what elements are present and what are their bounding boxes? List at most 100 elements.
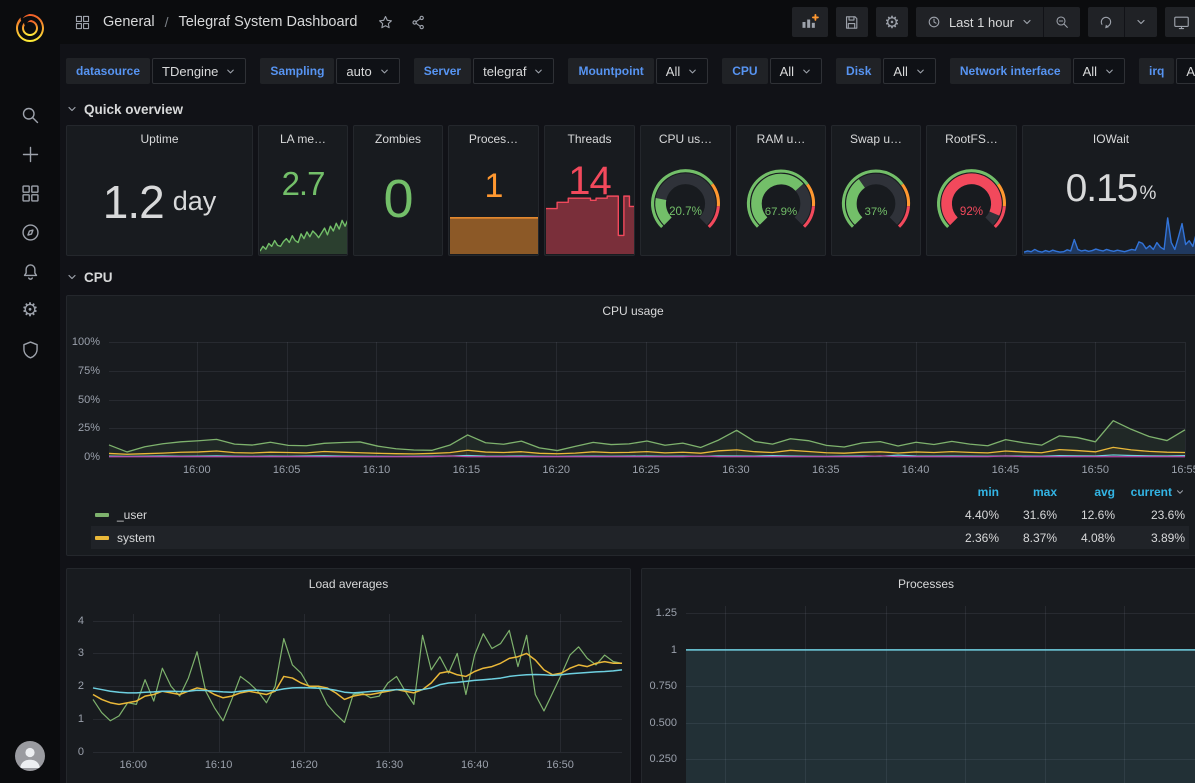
svg-text:92%: 92% (960, 206, 983, 218)
panel-title[interactable]: Uptime (67, 126, 252, 152)
panel-title[interactable]: Load averages (67, 569, 630, 599)
breadcrumb-section[interactable]: General (103, 14, 155, 30)
save-dashboard-button[interactable] (836, 7, 868, 37)
panel-zombies[interactable]: Zombies 0 (353, 125, 443, 256)
legend-sort-current[interactable]: current (1115, 485, 1185, 499)
x-tick-label: 16:40 (461, 759, 489, 771)
x-tick-label: 16:00 (119, 759, 147, 771)
grafana-logo[interactable] (10, 8, 50, 48)
panel-la-medium[interactable]: LA me… 2.7 (258, 125, 348, 256)
panel-title[interactable]: RootFS… (927, 126, 1016, 152)
legend-header-row: min max avg current (91, 480, 1189, 503)
add-panel-button[interactable] (792, 7, 828, 37)
panel-processes-stat[interactable]: Proces… 1 (448, 125, 539, 256)
variable-value-dropdown[interactable]: TDengine (152, 58, 246, 84)
chevron-down-icon (1021, 16, 1033, 28)
panel-title[interactable]: Swap u… (832, 126, 920, 152)
legend-series-toggle[interactable]: system (95, 531, 941, 545)
refresh-button[interactable] (1088, 7, 1124, 37)
panel-load-averages[interactable]: Load averages 0123416:0016:1016:2016:301… (66, 568, 631, 783)
legend-sort-avg[interactable]: avg (1057, 485, 1115, 499)
search-icon[interactable] (10, 96, 50, 135)
panel-uptime[interactable]: Uptime 1.2 day (66, 125, 253, 256)
uptime-value: 1.2 (103, 179, 164, 225)
topbar: General / Telegraf System Dashboard (60, 0, 1195, 44)
legend-sort-min[interactable]: min (941, 485, 999, 499)
panel-swap-usage-gauge[interactable]: Swap u… 37% (831, 125, 921, 256)
panel-title[interactable]: CPU usage (67, 296, 1195, 326)
variable-label: Disk (836, 58, 881, 84)
create-plus-icon[interactable] (10, 135, 50, 174)
variable-value-dropdown[interactable]: All (883, 58, 935, 84)
panel-title[interactable]: IOWait (1023, 126, 1195, 152)
dashboard-grid-icon (70, 10, 95, 35)
panel-threads[interactable]: Threads 14 (544, 125, 635, 256)
row-header-quick-overview[interactable]: Quick overview (66, 98, 1195, 120)
legend-sort-max[interactable]: max (999, 485, 1057, 499)
configuration-gear-icon[interactable]: ⚙ (10, 291, 50, 330)
svg-text:37%: 37% (865, 206, 888, 218)
legend-series-toggle[interactable]: _user (95, 508, 941, 522)
dashboards-icon[interactable] (10, 174, 50, 213)
panel-title[interactable]: LA me… (259, 126, 347, 152)
y-tick-label: 1 (78, 713, 84, 725)
x-tick-label: 16:35 (812, 464, 840, 476)
x-tick-label: 16:30 (376, 759, 404, 771)
row-header-cpu[interactable]: CPU (66, 266, 1195, 288)
star-icon[interactable] (373, 10, 398, 35)
zoom-out-time-button[interactable] (1043, 7, 1080, 37)
y-tick-label: 75% (78, 365, 100, 377)
variable-mountpoint: Mountpoint All (568, 58, 708, 84)
dashboard-settings-button[interactable]: ⚙ (876, 7, 908, 37)
load-averages-plot[interactable]: 0123416:0016:1016:2016:3016:4016:50 (93, 614, 622, 752)
cycle-view-mode-button[interactable] (1165, 7, 1195, 37)
row-title: Quick overview (84, 102, 183, 117)
threads-value: 14 (568, 161, 611, 201)
panel-title[interactable]: Threads (545, 126, 634, 152)
time-range-picker[interactable]: Last 1 hour (916, 7, 1043, 37)
variable-disk: Disk All (836, 58, 936, 84)
alerting-bell-icon[interactable] (10, 252, 50, 291)
x-tick-label: 16:40 (902, 464, 930, 476)
panel-ram-usage-gauge[interactable]: RAM u… 67.9% (736, 125, 826, 256)
share-icon[interactable] (406, 10, 431, 35)
user-avatar[interactable] (15, 741, 45, 771)
y-tick-label: 0.500 (649, 717, 677, 729)
panel-title[interactable]: Zombies (354, 126, 442, 152)
y-tick-label: 1.25 (656, 607, 677, 619)
variable-value-dropdown[interactable]: All (656, 58, 708, 84)
processes-plot[interactable]: 0.2500.5000.75011.25 (686, 606, 1195, 783)
dashboard-canvas: Quick overview Uptime 1.2 day LA me… 2.7 (60, 90, 1195, 783)
x-tick-label: 16:45 (992, 464, 1020, 476)
panel-rootfs-gauge[interactable]: RootFS… 92% (926, 125, 1017, 256)
panel-title[interactable]: RAM u… (737, 126, 825, 152)
server-admin-shield-icon[interactable] (10, 330, 50, 369)
iowait-unit: % (1140, 183, 1157, 205)
y-tick-label: 2 (78, 680, 84, 692)
refresh-interval-dropdown[interactable] (1124, 7, 1157, 37)
legend-row-clipped: iowait 0.63% 4.41% 1.10% 1.24% (91, 549, 1189, 553)
variable-value-dropdown[interactable]: All (1176, 58, 1195, 84)
explore-compass-icon[interactable] (10, 213, 50, 252)
panel-title[interactable]: CPU us… (641, 126, 730, 152)
panel-title[interactable]: Proces… (449, 126, 538, 152)
variable-value-dropdown[interactable]: telegraf (473, 58, 554, 84)
chevron-down-icon (66, 103, 78, 115)
cpu-usage-plot[interactable]: 0%25%50%75%100%16:0016:0516:1016:1516:20… (109, 342, 1185, 457)
chevron-down-icon (687, 66, 698, 77)
variable-value-dropdown[interactable]: auto (336, 58, 399, 84)
y-tick-label: 0.750 (649, 680, 677, 692)
variable-label: irq (1139, 58, 1174, 84)
variable-label: datasource (66, 58, 150, 84)
panel-cpu-usage[interactable]: CPU usage 0%25%50%75%100%16:0016:0516:10… (66, 295, 1195, 556)
variable-value-dropdown[interactable]: All (770, 58, 822, 84)
x-tick-label: 16:20 (542, 464, 570, 476)
panel-cpu-usage-gauge[interactable]: CPU us… 20.7% (640, 125, 731, 256)
panel-processes[interactable]: Processes 0.2500.5000.75011.25 (641, 568, 1195, 783)
variable-value-dropdown[interactable]: All (1073, 58, 1125, 84)
processes-value: 1 (485, 169, 503, 203)
topbar-actions: ⚙ Last 1 hour (792, 7, 1183, 37)
panel-iowait[interactable]: IOWait 0.15 % (1022, 125, 1195, 256)
panel-title[interactable]: Processes (642, 569, 1195, 599)
breadcrumb-title[interactable]: Telegraf System Dashboard (178, 14, 357, 30)
